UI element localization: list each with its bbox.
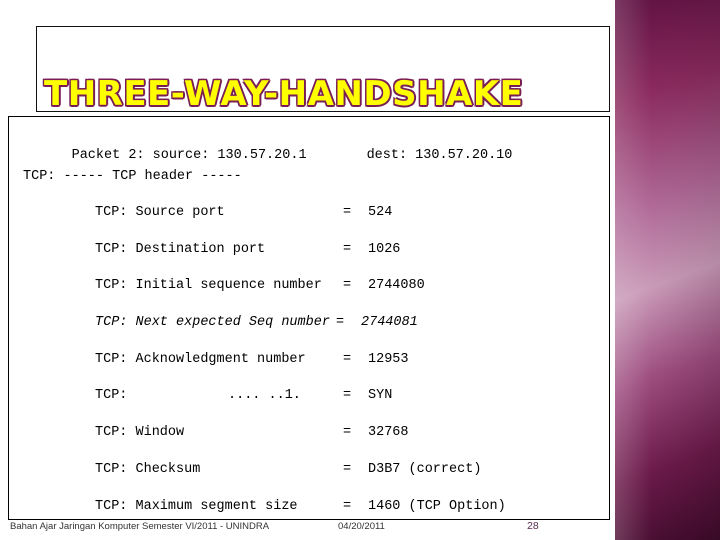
table-row: TCP: Destination port = 1026 xyxy=(23,242,603,279)
field-value: 1026 xyxy=(368,241,401,257)
field-label: TCP: Source port xyxy=(95,205,225,220)
table-row: TCP: Window = 32768 xyxy=(23,425,603,462)
field-label: TCP: Checksum xyxy=(95,461,201,477)
field-label: TCP: Acknowledgment number xyxy=(95,351,306,367)
table-row: TCP: .... ..1. = SYN xyxy=(23,388,603,425)
footer-page-number: 28 xyxy=(527,520,539,532)
field-value: 524 xyxy=(368,205,393,220)
field-value: 12953 xyxy=(368,351,409,367)
table-row: TCP: Source port = 524 xyxy=(23,205,603,242)
table-row: TCP: Maximum segment size = 1460 (TCP Op… xyxy=(23,498,603,520)
tcp-header-separator: TCP: ----- TCP header ----- xyxy=(23,169,242,184)
field-flag-bits: .... ..1. xyxy=(228,388,301,404)
field-value: 1460 (TCP Option) xyxy=(368,498,506,514)
field-label: TCP: xyxy=(95,388,128,404)
packet-dest-text: dest: 130.57.20.10 xyxy=(366,148,513,163)
decorative-gradient-band xyxy=(615,0,720,540)
field-equals: = xyxy=(343,425,352,441)
field-equals: = xyxy=(343,388,352,404)
field-value: 32768 xyxy=(368,425,409,441)
table-row: TCP: Initial sequence number = 2744080 xyxy=(23,278,603,315)
field-equals: = xyxy=(343,205,352,220)
field-value: SYN xyxy=(368,388,393,404)
page-title: THREE-WAY-HANDSHAKE xyxy=(44,74,524,114)
field-equals: = xyxy=(336,315,345,331)
field-label: TCP: Initial sequence number xyxy=(95,278,322,294)
tcp-field-list: TCP: Source port = 524 TCP: Destination … xyxy=(23,205,603,520)
slide: THREE-WAY-HANDSHAKE Packet 2: source: 13… xyxy=(0,0,720,540)
field-equals: = xyxy=(343,461,352,477)
table-row: TCP: Next expected Seq number = 2744081 xyxy=(23,315,603,352)
field-label: TCP: Destination port xyxy=(95,241,266,257)
field-equals: = xyxy=(343,278,352,294)
field-label: TCP: Window xyxy=(95,425,185,441)
footer-date: 04/20/2011 xyxy=(338,521,385,532)
field-value: 2744081 xyxy=(361,315,418,331)
field-value: D3B7 (correct) xyxy=(368,461,482,477)
table-row: TCP: Acknowledgment number = 12953 xyxy=(23,352,603,389)
field-equals: = xyxy=(343,351,352,367)
field-value: 2744080 xyxy=(368,278,425,294)
content-frame: Packet 2: source: 130.57.20.1 dest: 130.5… xyxy=(8,116,610,520)
field-label: TCP: Maximum segment size xyxy=(95,498,298,514)
field-label: TCP: Next expected Seq number xyxy=(95,315,330,331)
table-row: TCP: Checksum = D3B7 (correct) xyxy=(23,462,603,499)
field-equals: = xyxy=(343,241,352,257)
packet-source-text: Packet 2: source: 130.57.20.1 xyxy=(71,148,307,163)
field-equals: = xyxy=(343,498,352,514)
footer-course-text: Bahan Ajar Jaringan Komputer Semester VI… xyxy=(10,521,270,532)
